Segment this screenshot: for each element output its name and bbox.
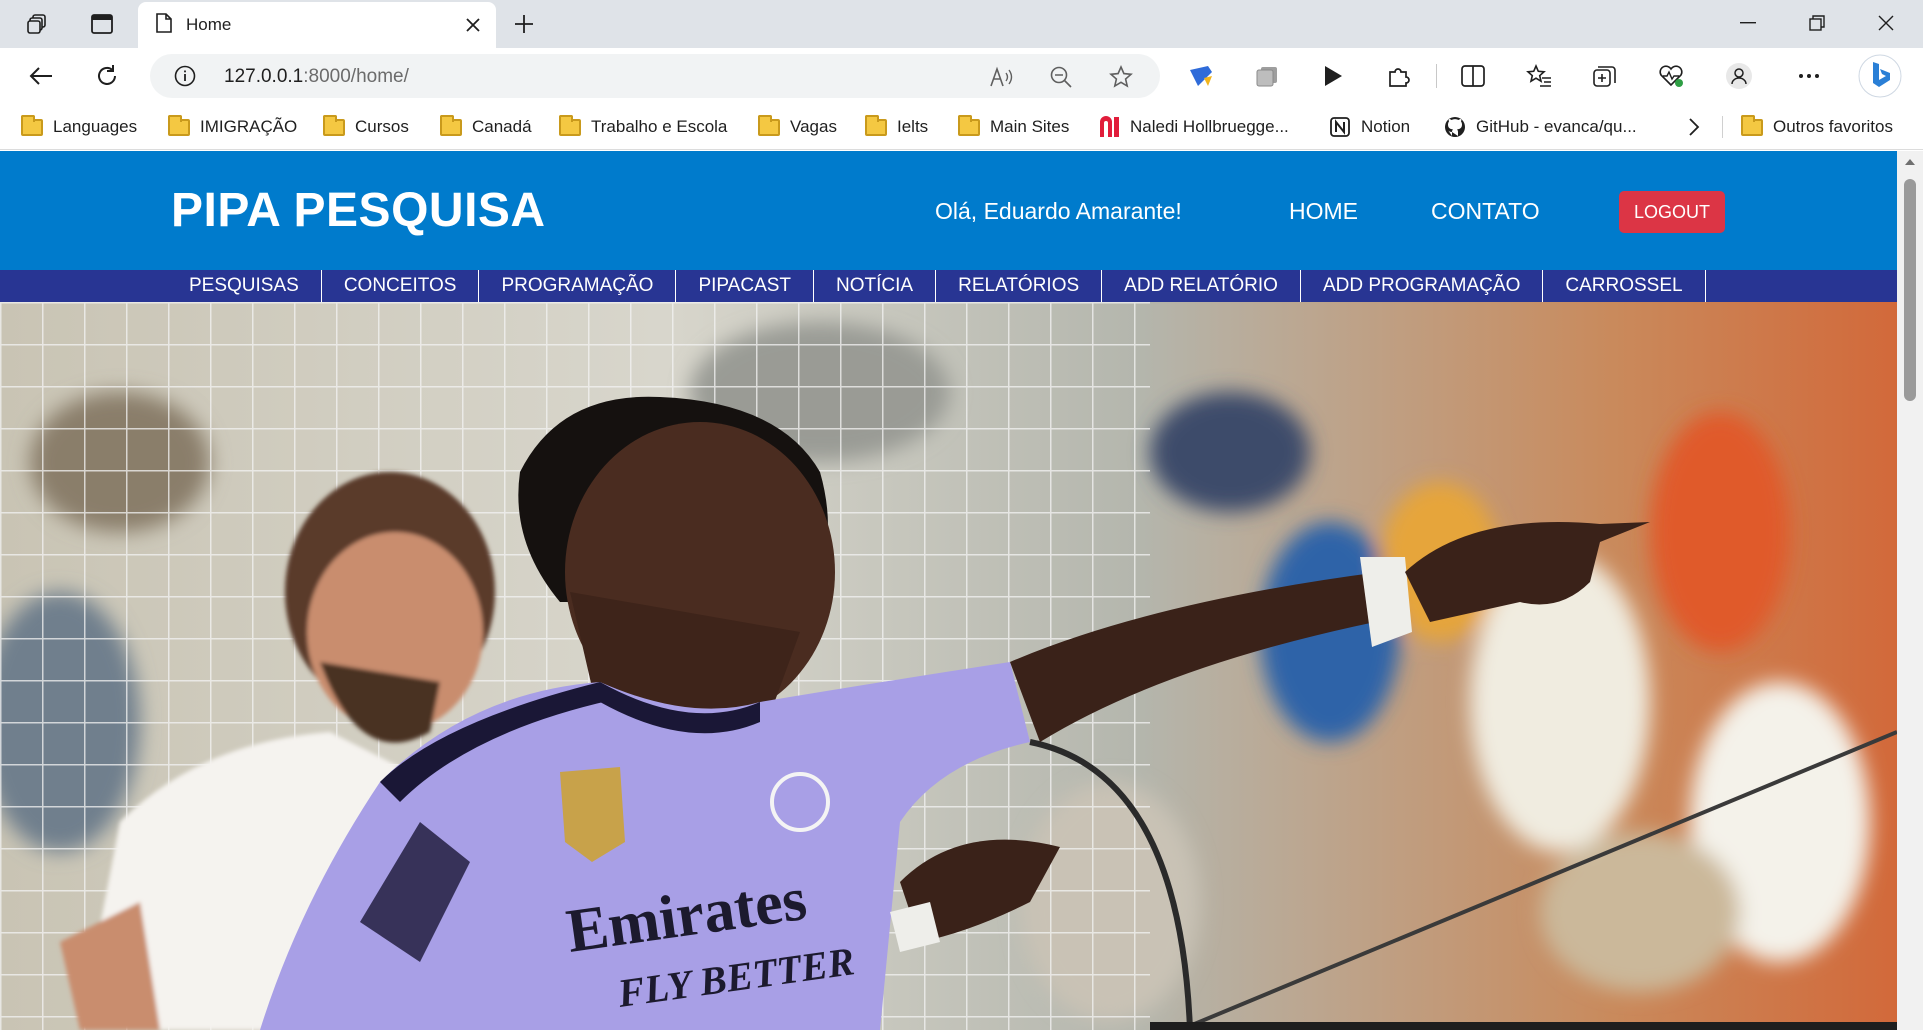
- bookmark-github[interactable]: GitHub - evanca/qu...: [1443, 114, 1637, 140]
- browser-essentials-icon[interactable]: [1654, 60, 1688, 92]
- site-brand[interactable]: PIPA PESQUISA: [171, 183, 546, 238]
- restore-icon[interactable]: [1789, 0, 1845, 46]
- subnav-item-add-programacao[interactable]: ADD PROGRAMAÇÃO: [1301, 270, 1544, 302]
- extensions-puzzle-icon[interactable]: [1382, 60, 1416, 92]
- folder-icon: [757, 114, 781, 138]
- bookmark-vagas[interactable]: Vagas: [757, 114, 837, 140]
- football-player-photo: Emirates FLY BETTER: [0, 302, 1897, 1030]
- scroll-up-arrow-icon[interactable]: [1905, 159, 1915, 165]
- extension-blue-shield-icon[interactable]: [1184, 60, 1218, 92]
- favorite-star-icon[interactable]: [1108, 64, 1134, 90]
- subnav-item-add-relatorio[interactable]: ADD RELATÓRIO: [1102, 270, 1301, 302]
- zoom-out-icon[interactable]: [1048, 64, 1074, 90]
- play-icon[interactable]: [1316, 60, 1350, 92]
- folder-icon: [957, 114, 981, 138]
- subnav-item-relatorios[interactable]: RELATÓRIOS: [936, 270, 1103, 302]
- close-tab-icon[interactable]: [460, 12, 486, 38]
- folder-icon: [864, 114, 888, 138]
- bookmark-naledi[interactable]: Naledi Hollbruegge...: [1097, 114, 1289, 140]
- more-options-icon[interactable]: [1792, 60, 1826, 92]
- site-header: PIPA PESQUISA Olá, Eduardo Amarante! HOM…: [0, 151, 1897, 270]
- extension-gray-icon[interactable]: [1250, 60, 1284, 92]
- hero-carousel-image[interactable]: Emirates FLY BETTER: [0, 302, 1897, 1030]
- browser-tab-strip: Home: [0, 0, 1923, 48]
- split-screen-icon[interactable]: [1456, 60, 1490, 92]
- bookmarks-bar: Languages IMIGRAÇÃO Cursos Canadá Trabal…: [0, 104, 1923, 150]
- workspaces-icon[interactable]: [20, 8, 56, 40]
- close-window-icon[interactable]: [1858, 0, 1914, 46]
- bing-copilot-icon[interactable]: [1856, 52, 1904, 100]
- bookmarks-overflow-chevron-icon[interactable]: [1688, 114, 1700, 140]
- scrollbar-thumb[interactable]: [1904, 179, 1916, 401]
- minimize-icon[interactable]: [1720, 0, 1776, 46]
- github-logo-icon: [1443, 116, 1467, 138]
- folder-icon: [439, 114, 463, 138]
- bookmark-ielts[interactable]: Ielts: [864, 114, 928, 140]
- new-tab-icon[interactable]: [506, 8, 542, 40]
- bookmarks-divider: [1722, 116, 1723, 138]
- subnav-item-pesquisas[interactable]: PESQUISAS: [167, 270, 322, 302]
- naledi-logo-icon: [1097, 116, 1121, 138]
- subnav-item-carrossel[interactable]: CARROSSEL: [1543, 270, 1706, 302]
- bookmark-outros-favoritos[interactable]: Outros favoritos: [1740, 114, 1893, 140]
- collections-icon[interactable]: [1588, 60, 1622, 92]
- favorites-list-icon[interactable]: [1522, 60, 1556, 92]
- logout-button[interactable]: LOGOUT: [1619, 191, 1725, 233]
- tab-home[interactable]: Home: [138, 2, 496, 48]
- page-viewport: PIPA PESQUISA Olá, Eduardo Amarante! HOM…: [0, 151, 1923, 1030]
- page-scrollbar[interactable]: [1897, 151, 1923, 1030]
- bookmark-canada[interactable]: Canadá: [439, 114, 532, 140]
- read-aloud-icon[interactable]: [988, 64, 1014, 90]
- folder-icon: [167, 114, 191, 138]
- bookmark-cursos[interactable]: Cursos: [322, 114, 409, 140]
- subnav-item-programacao[interactable]: PROGRAMAÇÃO: [479, 270, 677, 302]
- page-icon: [156, 12, 172, 38]
- nav-contato-link[interactable]: CONTATO: [1431, 198, 1540, 225]
- back-icon[interactable]: [22, 58, 60, 94]
- bookmark-trabalho-e-escola[interactable]: Trabalho e Escola: [558, 114, 727, 140]
- subnav-item-pipacast[interactable]: PIPACAST: [676, 270, 815, 302]
- nav-home-link[interactable]: HOME: [1289, 198, 1358, 225]
- address-bar[interactable]: 127.0.0.1:8000/home/: [150, 54, 1160, 98]
- profile-avatar-icon[interactable]: [1722, 60, 1756, 92]
- subnav-item-conceitos[interactable]: CONCEITOS: [322, 270, 480, 302]
- tab-title: Home: [186, 15, 232, 34]
- user-greeting: Olá, Eduardo Amarante!: [935, 198, 1182, 224]
- browser-toolbar: 127.0.0.1:8000/home/: [0, 48, 1923, 104]
- folder-icon: [322, 114, 346, 138]
- refresh-icon[interactable]: [88, 58, 126, 94]
- url-text: 127.0.0.1:8000/home/: [224, 66, 409, 87]
- folder-icon: [20, 114, 44, 138]
- bookmark-languages[interactable]: Languages: [20, 114, 137, 140]
- bookmark-main-sites[interactable]: Main Sites: [957, 114, 1069, 140]
- folder-icon: [1740, 114, 1764, 138]
- vertical-tabs-icon[interactable]: [84, 8, 120, 40]
- folder-icon: [558, 114, 582, 138]
- subnav-item-noticia[interactable]: NOTÍCIA: [814, 270, 937, 302]
- bookmark-notion[interactable]: Notion: [1328, 114, 1410, 140]
- notion-logo-icon: [1328, 116, 1352, 138]
- bookmark-imigracao[interactable]: IMIGRAÇÃO: [167, 114, 297, 140]
- category-nav: PESQUISAS CONCEITOS PROGRAMAÇÃO PIPACAST…: [0, 270, 1897, 302]
- site-info-icon[interactable]: [174, 65, 196, 92]
- toolbar-divider: [1436, 64, 1437, 88]
